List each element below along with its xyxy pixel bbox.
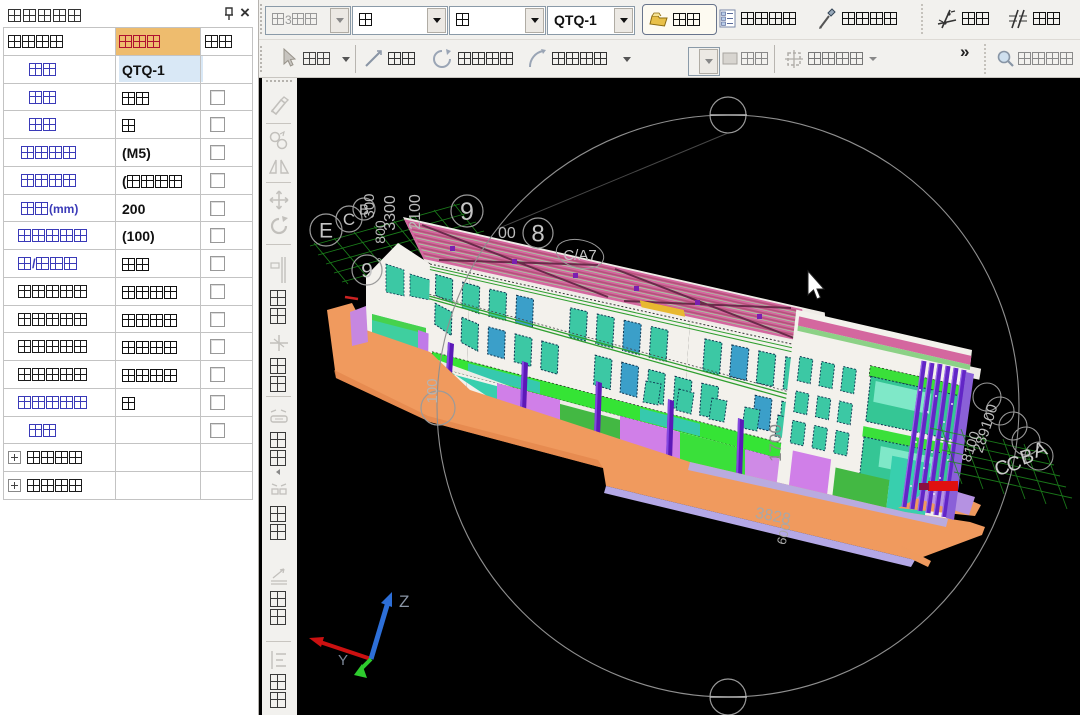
svg-text:9: 9: [361, 260, 373, 283]
svg-text:00: 00: [498, 225, 516, 242]
svg-text:Y: Y: [338, 652, 348, 669]
svg-text:100: 100: [424, 378, 441, 403]
svg-text:1700: 1700: [766, 424, 785, 462]
svg-text:C/A7: C/A7: [563, 247, 596, 264]
svg-text:9: 9: [460, 198, 474, 226]
svg-text:800: 800: [372, 220, 388, 244]
svg-text:8: 8: [531, 221, 544, 248]
svg-text:°: °: [377, 257, 381, 269]
svg-text:Z: Z: [399, 592, 409, 611]
svg-text:E: E: [319, 220, 333, 243]
svg-text:2100: 2100: [407, 194, 424, 230]
svg-text:300: 300: [361, 193, 378, 218]
